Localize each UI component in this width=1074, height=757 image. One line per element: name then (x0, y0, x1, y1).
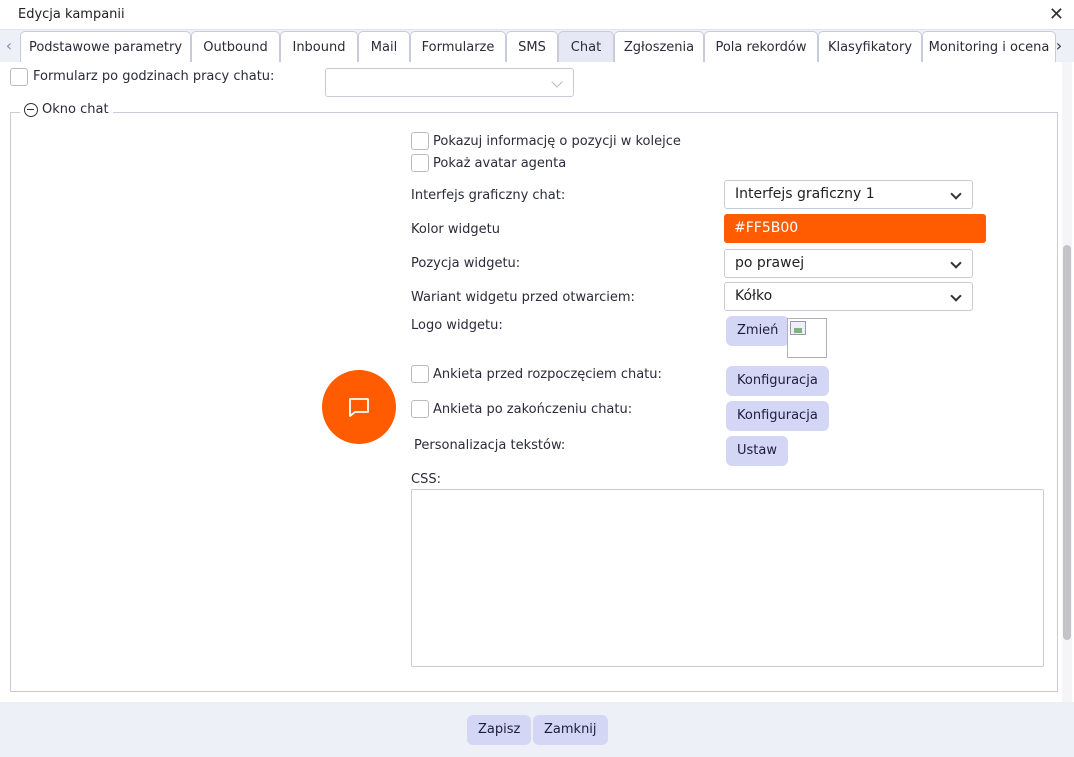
gui-select[interactable]: Interfejs graficzny 1 (724, 180, 973, 209)
widget-variant-select[interactable]: Kółko (724, 282, 973, 311)
chevron-down-icon (551, 76, 563, 88)
widget-color-label: Kolor widgetu (411, 222, 500, 237)
css-textarea[interactable] (411, 489, 1044, 667)
tab-outbound[interactable]: Outbound (191, 31, 280, 62)
show-queue-info-checkbox[interactable] (411, 132, 429, 150)
widget-position-label: Pozycja widgetu: (411, 256, 521, 271)
after-hours-form-select[interactable] (325, 68, 574, 97)
scrollbar-thumb[interactable] (1063, 245, 1071, 640)
show-agent-avatar-checkbox[interactable] (411, 154, 429, 172)
widget-logo-label: Logo widgetu: (411, 318, 503, 333)
widget-logo-image (787, 318, 827, 358)
after-hours-form-checkbox[interactable] (10, 68, 28, 86)
chat-window-legend[interactable]: Okno chat (20, 102, 113, 117)
chevron-down-icon (950, 188, 962, 200)
dialog-footer: Zapisz Zamknij (0, 702, 1074, 757)
css-label: CSS: (411, 472, 441, 487)
show-queue-info-label: Pokazuj informację o pozycji w kolejce (433, 134, 681, 149)
dialog-titlebar: Edycja kampanii ✕ (0, 0, 1074, 30)
pre-chat-survey-config-button[interactable]: Konfiguracja (726, 366, 829, 396)
save-button[interactable]: Zapisz (467, 715, 532, 745)
tab-zgloszenia[interactable]: Zgłoszenia (614, 31, 704, 62)
tab-bar: ‹ Podstawowe parametry Outbound Inbound … (0, 30, 1074, 62)
tab-monitoring-i-ocena[interactable]: Monitoring i ocena (922, 31, 1056, 62)
close-button[interactable]: Zamknij (533, 715, 608, 745)
change-logo-button[interactable]: Zmień (726, 316, 790, 346)
tab-mail[interactable]: Mail (358, 31, 410, 62)
tab-sms[interactable]: SMS (506, 31, 558, 62)
chevron-down-icon (950, 257, 962, 269)
post-chat-survey-label: Ankieta po zakończeniu chatu: (433, 402, 633, 417)
tab-formularze[interactable]: Formularze (410, 31, 506, 62)
gui-label: Interfejs graficzny chat: (411, 188, 566, 203)
collapse-minus-icon[interactable] (24, 102, 38, 117)
tab-podstawowe-parametry[interactable]: Podstawowe parametry (20, 31, 191, 62)
tab-pola-rekordow[interactable]: Pola rekordów (704, 31, 818, 62)
tab-scroll-right-icon[interactable]: › (1050, 36, 1068, 56)
text-personalization-button[interactable]: Ustaw (726, 436, 788, 466)
dialog-title: Edycja kampanii (18, 7, 125, 22)
tab-scroll-left-icon[interactable]: ‹ (0, 36, 18, 56)
chat-bubble-icon (349, 398, 369, 417)
show-agent-avatar-label: Pokaż avatar agenta (433, 156, 567, 171)
tab-klasyfikatory[interactable]: Klasyfikatory (818, 31, 922, 62)
pre-chat-survey-checkbox[interactable] (411, 365, 429, 383)
post-chat-survey-checkbox[interactable] (411, 400, 429, 418)
pre-chat-survey-label: Ankieta przed rozpoczęciem chatu: (433, 367, 662, 382)
widget-variant-label: Wariant widgetu przed otwarciem: (411, 290, 635, 305)
text-personalization-label: Personalizacja tekstów: (414, 438, 566, 453)
tab-chat[interactable]: Chat (558, 31, 614, 62)
widget-position-select[interactable]: po prawej (724, 249, 973, 278)
after-hours-form-label: Formularz po godzinach pracy chatu: (33, 69, 275, 84)
close-icon[interactable]: ✕ (1049, 4, 1064, 25)
widget-color-input[interactable]: #FF5B00 (724, 214, 986, 243)
tab-inbound[interactable]: Inbound (280, 31, 358, 62)
chevron-down-icon (950, 290, 962, 302)
chat-widget-preview (322, 370, 396, 444)
broken-image-icon (790, 321, 806, 335)
post-chat-survey-config-button[interactable]: Konfiguracja (726, 401, 829, 431)
